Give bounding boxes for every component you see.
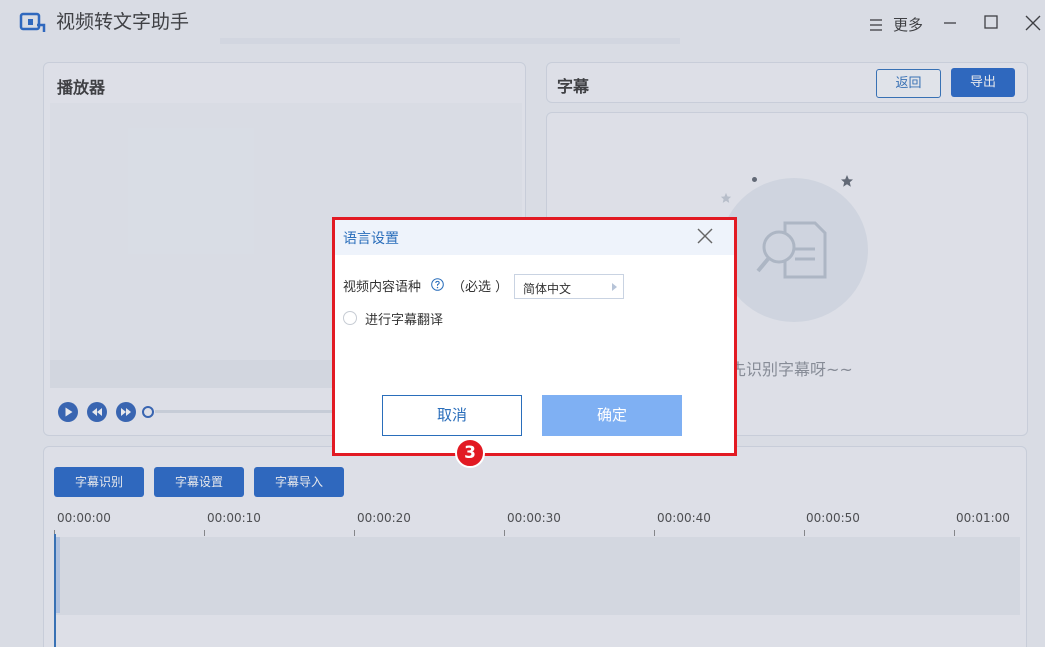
highlight-annotation — [332, 217, 737, 456]
step-badge: 3 — [455, 438, 485, 468]
